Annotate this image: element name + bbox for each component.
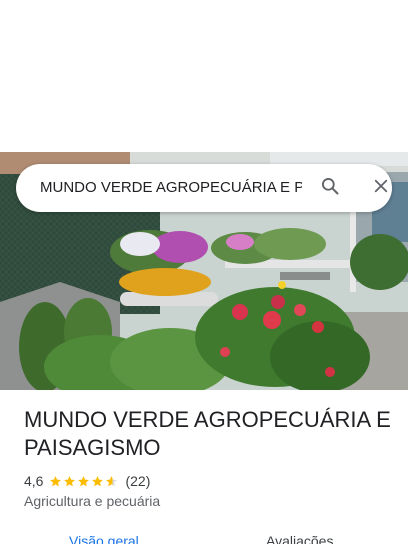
star-icon: [106, 475, 118, 486]
star-icon: [78, 475, 90, 486]
star-icon: [64, 475, 76, 486]
blank-header-area: [0, 0, 408, 152]
place-title: MUNDO VERDE AGROPECUÁRIA E PAISAGISMO: [24, 407, 391, 460]
tab-overview[interactable]: Visão geral: [69, 532, 139, 544]
search-button[interactable]: [314, 172, 346, 204]
place-category: Agricultura e pecuária: [24, 493, 161, 509]
star-rating: [49, 475, 119, 488]
star-icon: [92, 475, 104, 486]
close-icon: [372, 177, 390, 200]
place-tabs: Visão geral Avaliações: [0, 526, 408, 544]
star-icon: [50, 475, 62, 486]
search-bar: MUNDO VERDE AGROPECUÁRIA E P: [16, 164, 392, 212]
rating-value: 4,6: [24, 473, 44, 489]
close-button[interactable]: [365, 172, 397, 204]
review-count: (22): [125, 473, 151, 489]
rating-row[interactable]: 4,6 (22): [24, 471, 150, 491]
search-input[interactable]: MUNDO VERDE AGROPECUÁRIA E P: [40, 164, 302, 212]
search-icon: [320, 176, 340, 201]
tab-reviews[interactable]: Avaliações: [266, 532, 333, 544]
